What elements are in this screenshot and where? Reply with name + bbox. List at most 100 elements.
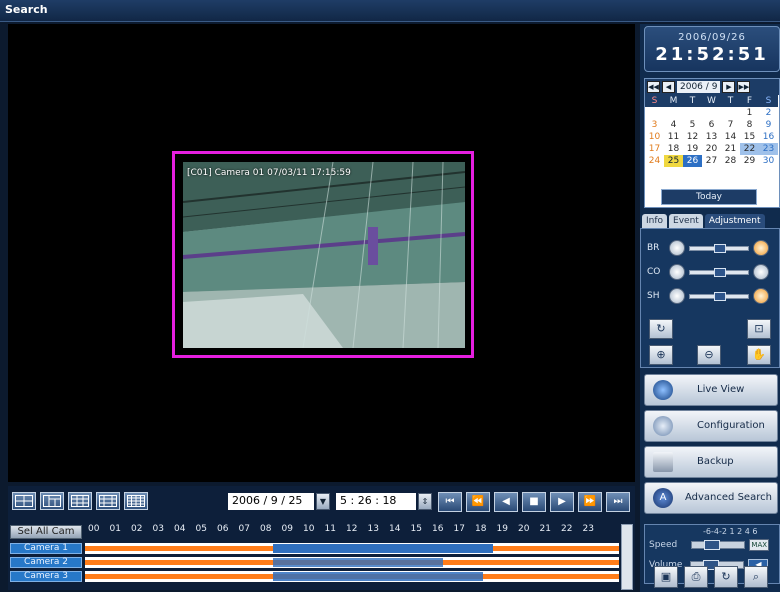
video-viewport[interactable]: [C01] Camera 01 07/03/11 17:15:59 [8,24,635,482]
step-forward-button[interactable]: ⏩ [578,492,602,512]
prev-month-icon[interactable]: ◀ [662,81,675,93]
weekday-header: S [759,95,778,107]
timeline-scrollbar[interactable] [621,524,633,590]
calendar-day[interactable]: 4 [664,119,683,131]
layout-1x1-icon[interactable] [12,492,36,510]
layout-13-split-icon[interactable] [96,492,120,510]
calendar-day[interactable]: 26 [683,155,702,167]
search-icon[interactable]: ⌕ [744,566,768,588]
camera-2-track[interactable] [85,557,619,568]
stop-button[interactable]: ■ [522,492,546,512]
contrast-row: CO [647,263,777,281]
time-spinner-icon[interactable]: ⇕ [418,493,432,510]
next-year-icon[interactable]: ▶▶ [737,81,751,93]
sharpness-slider[interactable] [689,291,749,301]
calendar-grid[interactable]: S M T W T F S 1 2 3 4 5 6 7 8 9 10 11 12 13 14 15 16 17 18 19 20 21… [645,95,779,167]
calendar-day[interactable]: 17 [645,143,664,155]
configuration-button[interactable]: Configuration [644,410,778,442]
tab-event[interactable]: Event [669,214,703,228]
camera-1-track[interactable] [85,543,619,554]
calendar-day[interactable]: 27 [702,155,721,167]
calendar-day[interactable]: 25 [664,155,683,167]
help-icon[interactable]: ↻ [714,566,738,588]
next-month-icon[interactable]: ▶ [722,81,736,93]
reverse-play-button[interactable]: ◀ [494,492,518,512]
fit-screen-icon[interactable]: ⊡ [747,319,771,339]
contrast-dec-icon[interactable] [669,264,685,280]
calendar-day[interactable]: 1 [740,107,759,119]
calendar-day[interactable]: 18 [664,143,683,155]
calendar-day[interactable]: 29 [740,155,759,167]
calendar-day[interactable]: 8 [740,119,759,131]
hour-tick: 07 [238,524,250,534]
calendar-day[interactable]: 13 [702,131,721,143]
calendar-day[interactable]: 22 [740,143,759,155]
brightness-inc-icon[interactable] [753,240,769,256]
calendar-day[interactable]: 20 [702,143,721,155]
calendar-day[interactable]: 15 [740,131,759,143]
hour-tick: 20 [518,524,530,534]
live-view-button[interactable]: Live View [644,374,778,406]
motion-bar [273,558,443,567]
calendar-day[interactable]: 2 [759,107,778,119]
calendar-day[interactable]: 6 [702,119,721,131]
go-last-button[interactable]: ⏭ [606,492,630,512]
sharpness-dec-icon[interactable] [669,288,685,304]
snapshot-icon[interactable]: ▣ [654,566,678,588]
backup-button[interactable]: Backup [644,446,778,478]
prev-year-icon[interactable]: ◀◀ [647,81,660,93]
brightness-slider[interactable] [689,243,749,253]
slider-thumb[interactable] [714,267,726,277]
calendar-day[interactable]: 9 [759,119,778,131]
calendar-day[interactable]: 7 [721,119,740,131]
calendar-day[interactable]: 5 [683,119,702,131]
pan-hand-icon[interactable]: ✋ [747,345,771,365]
calendar-day[interactable]: 28 [721,155,740,167]
recording-timeline[interactable]: Sel All Cam 00 01 02 03 04 05 06 07 08 09 10 11 12 13… [8,522,635,590]
slider-thumb[interactable] [714,243,726,253]
camera-3-track[interactable] [85,571,619,582]
calendar-day[interactable]: 24 [645,155,664,167]
refresh-icon[interactable]: ↻ [649,319,673,339]
play-button[interactable]: ▶ [550,492,574,512]
step-back-button[interactable]: ⏪ [466,492,490,512]
contrast-inc-icon[interactable] [753,264,769,280]
contrast-slider[interactable] [689,267,749,277]
layout-6-split-icon[interactable] [40,492,64,510]
calendar-day[interactable]: 19 [683,143,702,155]
calendar-dropdown-icon[interactable]: ▼ [316,493,330,510]
selected-channel-frame[interactable]: [C01] Camera 01 07/03/11 17:15:59 [172,151,474,358]
speed-slider[interactable] [691,540,746,550]
print-icon[interactable]: ⎙ [684,566,708,588]
calendar-day[interactable]: 21 [721,143,740,155]
calendar-day[interactable]: 10 [645,131,664,143]
calendar-day[interactable]: 30 [759,155,778,167]
layout-9-split-icon[interactable] [68,492,92,510]
search-time-field[interactable]: 5 : 26 : 18 [336,493,416,510]
brightness-dec-icon[interactable] [669,240,685,256]
layout-16-split-icon[interactable] [124,492,148,510]
max-speed-button[interactable]: MAX [749,539,770,551]
camera-1-label[interactable]: Camera 1 [10,543,82,554]
tab-info[interactable]: Info [642,214,668,228]
speed-row: Speed MAX [649,539,770,551]
select-all-cameras-button[interactable]: Sel All Cam [10,525,82,539]
camera-2-label[interactable]: Camera 2 [10,557,82,568]
search-date-field[interactable]: 2006 / 9 / 25 [228,493,314,510]
go-first-button[interactable]: ⏮ [438,492,462,512]
sharpness-inc-icon[interactable] [753,288,769,304]
camera-3-label[interactable]: Camera 3 [10,571,82,582]
tab-adjustment[interactable]: Adjustment [704,214,765,228]
calendar-day[interactable]: 12 [683,131,702,143]
calendar-day[interactable]: 3 [645,119,664,131]
advanced-search-button[interactable]: A Advanced Search [644,482,778,514]
zoom-out-icon[interactable]: ⊖ [697,345,721,365]
zoom-in-icon[interactable]: ⊕ [649,345,673,365]
calendar-day[interactable]: 23 [759,143,778,155]
today-button[interactable]: Today [661,189,757,205]
calendar-day[interactable]: 14 [721,131,740,143]
slider-thumb[interactable] [704,540,721,550]
calendar-day[interactable]: 11 [664,131,683,143]
slider-thumb[interactable] [714,291,726,301]
calendar-day[interactable]: 16 [759,131,778,143]
